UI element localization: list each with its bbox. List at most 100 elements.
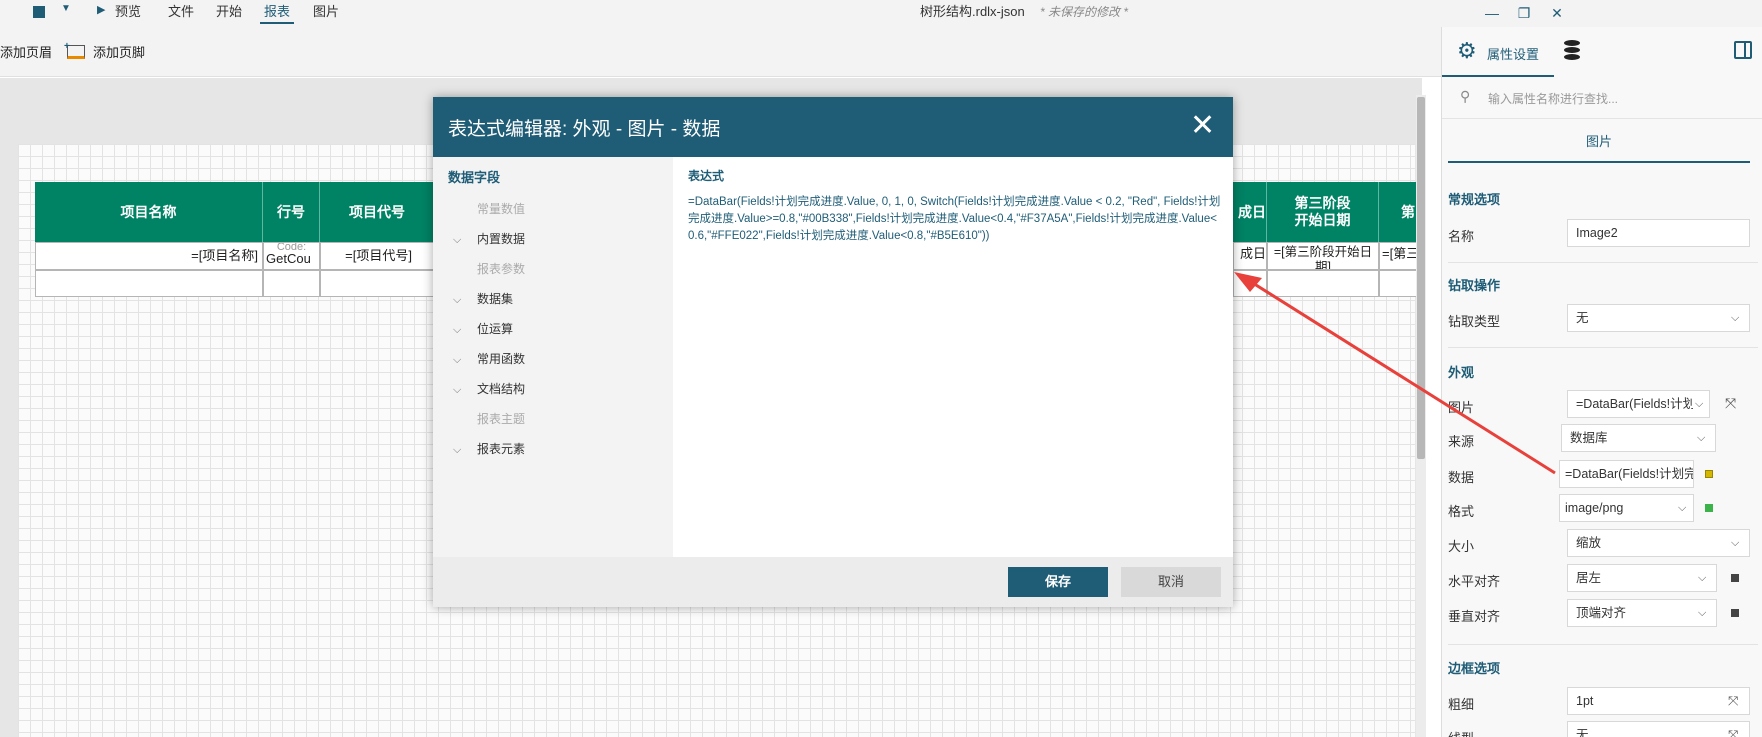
- prop-data-label: 数据: [1448, 470, 1475, 485]
- search-placeholder: 输入属性名称进行查找...: [1488, 92, 1619, 106]
- tree-item-report-theme[interactable]: 报表主题: [453, 410, 525, 427]
- table-header-finish-date[interactable]: 成日: [1233, 182, 1267, 242]
- name-field[interactable]: Image2: [1567, 219, 1750, 247]
- prop-valign-label: 垂直对齐: [1448, 609, 1501, 624]
- table-empty-cell[interactable]: [1379, 270, 1417, 297]
- halign-select[interactable]: 居左 ⌵: [1567, 564, 1717, 592]
- valign-select[interactable]: 顶端对齐 ⌵: [1567, 599, 1717, 627]
- add-footer-button[interactable]: + 添加页脚: [64, 41, 145, 61]
- group-border: 边框选项: [1448, 661, 1501, 676]
- table-cell-next[interactable]: =[第三: [1379, 242, 1417, 270]
- border-width-field[interactable]: 1pt ⤧: [1567, 687, 1750, 715]
- table-empty-cell[interactable]: [263, 270, 320, 297]
- source-select[interactable]: 数据库 ⌵: [1561, 424, 1716, 452]
- table-header-next[interactable]: 第: [1379, 182, 1417, 242]
- prop-drill-label: 钻取类型: [1448, 314, 1501, 329]
- expand-icon[interactable]: ⤧: [1725, 395, 1736, 412]
- cancel-button[interactable]: 取消: [1121, 567, 1221, 597]
- expression-text[interactable]: =DataBar(Fields!计划完成进度.Value, 0, 1, 0, S…: [688, 194, 1223, 245]
- save-button[interactable]: 保存: [1008, 567, 1108, 597]
- close-icon[interactable]: ✕: [1190, 111, 1215, 141]
- chevron-down-icon[interactable]: ⌵: [453, 294, 477, 307]
- preview-button[interactable]: 预览: [115, 0, 141, 24]
- data-fields-title: 数据字段: [448, 170, 501, 185]
- table-empty-cell[interactable]: [1233, 270, 1267, 297]
- chevron-down-icon[interactable]: ⌵: [453, 234, 477, 247]
- valign-status-dot[interactable]: [1731, 609, 1739, 617]
- table-cell-finish-date[interactable]: 成日: [1233, 242, 1267, 270]
- unsaved-indicator: * 未保存的修改 *: [1040, 5, 1129, 19]
- tree-item-bitwise[interactable]: ⌵ 位运算: [453, 320, 513, 337]
- halign-status-dot[interactable]: [1731, 574, 1739, 582]
- dialog-footer: 保存 取消: [433, 557, 1233, 607]
- format-status-dot[interactable]: [1705, 504, 1713, 512]
- tree-item-doc-structure[interactable]: ⌵ 文档结构: [453, 380, 525, 397]
- restore-icon[interactable]: ❐: [1514, 3, 1534, 23]
- data-status-dot[interactable]: [1705, 470, 1713, 478]
- chevron-down-icon[interactable]: ⌵: [453, 354, 477, 367]
- menu-image[interactable]: 图片: [313, 0, 339, 24]
- size-select[interactable]: 缩放 ⌵: [1567, 529, 1750, 557]
- close-window-icon[interactable]: ✕: [1547, 3, 1567, 23]
- chevron-down-icon: ⌵: [1693, 391, 1704, 417]
- dropdown-icon[interactable]: ▼: [61, 3, 71, 14]
- table-cell-project-name[interactable]: =[项目名称]: [35, 242, 263, 270]
- prop-name-label: 名称: [1448, 229, 1475, 244]
- expression-panel[interactable]: 表达式 =DataBar(Fields!计划完成进度.Value, 0, 1, …: [673, 157, 1233, 557]
- table-header-row-number[interactable]: 行号: [263, 182, 320, 242]
- drill-type-select[interactable]: 无 ⌵: [1567, 304, 1750, 332]
- menu-file[interactable]: 文件: [168, 0, 194, 24]
- expand-icon: ⤧: [1728, 727, 1739, 737]
- border-style-select[interactable]: 无 ⤧: [1567, 721, 1750, 737]
- divider: [1448, 347, 1758, 348]
- dialog-title: 表达式编辑器: 外观 - 图片 - 数据: [448, 119, 721, 140]
- expand-icon: ⤧: [1728, 693, 1739, 708]
- divider: [1448, 262, 1758, 263]
- image-select[interactable]: =DataBar(Fields!计划 ⌵: [1567, 390, 1710, 418]
- play-icon[interactable]: ▶: [97, 3, 105, 16]
- menu-home[interactable]: 开始: [216, 0, 242, 24]
- tree-item-report-elements[interactable]: ⌵ 报表元素: [453, 440, 525, 457]
- tab-properties[interactable]: ⚙ 属性设置: [1442, 27, 1554, 77]
- section-title: 图片: [1448, 121, 1750, 163]
- prop-format-label: 格式: [1448, 504, 1475, 519]
- canvas-scrollbar-thumb[interactable]: [1417, 97, 1425, 459]
- table-empty-cell[interactable]: [320, 270, 435, 297]
- prop-source-label: 来源: [1448, 434, 1475, 449]
- table-cell-stage3-start[interactable]: =[第三阶段开始日期]: [1267, 242, 1379, 270]
- group-drill: 钻取操作: [1448, 278, 1501, 293]
- collapse-panel-icon[interactable]: [1734, 41, 1752, 59]
- property-search[interactable]: ⚲ 输入属性名称进行查找...: [1442, 79, 1762, 119]
- prop-halign-label: 水平对齐: [1448, 574, 1501, 589]
- format-select[interactable]: image/png ⌵: [1559, 494, 1694, 522]
- group-general: 常规选项: [1448, 192, 1501, 207]
- table-header-project-code[interactable]: 项目代号: [320, 182, 435, 242]
- save-icon[interactable]: [33, 6, 45, 18]
- tree-item-constants[interactable]: 常量数值: [453, 200, 525, 217]
- tree-item-report-params[interactable]: 报表参数: [453, 260, 525, 277]
- table-header-project-name[interactable]: 项目名称: [35, 182, 263, 242]
- table-cell-row-number[interactable]: Code: GetCou: [263, 242, 320, 270]
- table-empty-cell[interactable]: [35, 270, 263, 297]
- tab-properties-label: 属性设置: [1487, 47, 1540, 62]
- chevron-down-icon[interactable]: ⌵: [453, 444, 477, 457]
- panel-tabs: ⚙ 属性设置: [1442, 27, 1762, 77]
- chevron-down-icon: ⌵: [1731, 537, 1740, 549]
- database-icon[interactable]: [1564, 40, 1580, 62]
- tree-item-common-functions[interactable]: ⌵ 常用函数: [453, 350, 525, 367]
- add-header-label: 添加页眉: [0, 45, 53, 60]
- table-empty-cell[interactable]: [1267, 270, 1379, 297]
- table-cell-project-code[interactable]: =[项目代号]: [320, 242, 435, 270]
- expression-label: 表达式: [688, 169, 725, 183]
- tree-item-builtin-data[interactable]: ⌵ 内置数据: [453, 230, 525, 247]
- table-header-stage3-start[interactable]: 第三阶段 开始日期: [1267, 182, 1379, 242]
- tree-item-datasets[interactable]: ⌵ 数据集: [453, 290, 513, 307]
- chevron-down-icon[interactable]: ⌵: [453, 384, 477, 397]
- menu-report[interactable]: 报表: [260, 0, 295, 24]
- chevron-down-icon[interactable]: ⌵: [453, 324, 477, 337]
- chevron-down-icon: ⌵: [1731, 312, 1740, 324]
- add-header-button[interactable]: 添加页眉: [0, 42, 52, 61]
- minimize-icon[interactable]: —: [1482, 3, 1502, 23]
- gear-icon: ⚙: [1457, 38, 1477, 63]
- data-field[interactable]: =DataBar(Fields!计划完成: [1559, 460, 1694, 488]
